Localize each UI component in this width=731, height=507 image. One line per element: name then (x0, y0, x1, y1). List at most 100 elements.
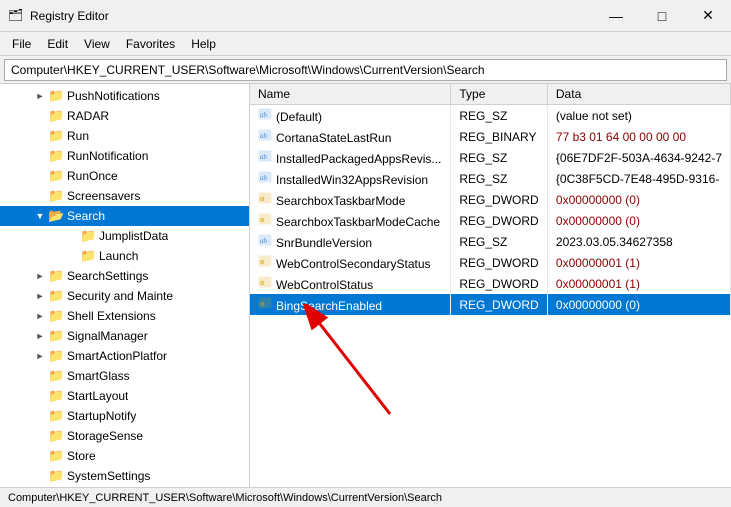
expand-icon-launch[interactable] (64, 248, 80, 264)
table-row-bing[interactable]: ⚙BingSearchEnabledREG_DWORD0x00000000 (0… (250, 294, 731, 315)
table-row-webcontrolsec[interactable]: ⚙WebControlSecondaryStatusREG_DWORD0x000… (250, 252, 731, 273)
cell-type-installed: REG_SZ (451, 147, 548, 168)
cell-data-installedwin32: {0C38F5CD-7E48-495D-9316- (547, 168, 730, 189)
col-type[interactable]: Type (451, 84, 548, 105)
tree-item-searchsettings[interactable]: ►📁SearchSettings (0, 266, 249, 286)
tree-item-runonce[interactable]: 📁RunOnce (0, 166, 249, 186)
table-row-installedwin32[interactable]: abInstalledWin32AppsRevisionREG_SZ{0C38F… (250, 168, 731, 189)
cell-name-cortana: ab CortanaStateLastRun (250, 126, 451, 147)
cell-type-webcontrol: REG_DWORD (451, 273, 548, 294)
reg-icon-bing: ⚙ (258, 296, 272, 310)
tree-label-systemsettings: SystemSettings (67, 469, 150, 483)
menu-edit[interactable]: Edit (39, 35, 76, 53)
table-row-default[interactable]: ab(Default)REG_SZ(value not set) (250, 105, 731, 127)
expand-icon-security[interactable]: ► (32, 288, 48, 304)
table-row-webcontrol[interactable]: ⚙WebControlStatusREG_DWORD0x00000001 (1) (250, 273, 731, 294)
cell-type-cortana: REG_BINARY (451, 126, 548, 147)
right-panel: Name Type Data ab(Default)REG_SZ(value n… (250, 84, 731, 487)
close-button[interactable]: ✕ (685, 0, 731, 32)
tree-item-security[interactable]: ►📁Security and Mainte (0, 286, 249, 306)
expand-icon-push[interactable]: ► (32, 88, 48, 104)
tree-item-signalmgr[interactable]: ►📁SignalManager (0, 326, 249, 346)
expand-icon-startlayout[interactable] (32, 388, 48, 404)
title-bar: 🗂 Registry Editor — □ ✕ (0, 0, 731, 32)
table-row-searchboxcache[interactable]: ⚙SearchboxTaskbarModeCacheREG_DWORD0x000… (250, 210, 731, 231)
expand-icon-radar[interactable] (32, 108, 48, 124)
svg-text:ab: ab (260, 132, 268, 140)
expand-icon-jumplist[interactable] (64, 228, 80, 244)
expand-icon-signalmgr[interactable]: ► (32, 328, 48, 344)
tree-panel: ►📁PushNotifications📁RADAR📁Run📁RunNotific… (0, 84, 250, 487)
table-row-snr[interactable]: abSnrBundleVersionREG_SZ2023.03.05.34627… (250, 231, 731, 252)
tree-item-jumplist[interactable]: 📁JumplistData (0, 226, 249, 246)
tree-item-radar[interactable]: 📁RADAR (0, 106, 249, 126)
tree-item-launch[interactable]: 📁Launch (0, 246, 249, 266)
expand-icon-storagesense[interactable] (32, 428, 48, 444)
tree-item-run[interactable]: 📁Run (0, 126, 249, 146)
tree-item-search[interactable]: ▼📂Search (0, 206, 249, 226)
folder-icon-radar: 📁 (48, 108, 64, 124)
cell-type-installedwin32: REG_SZ (451, 168, 548, 189)
menu-view[interactable]: View (76, 35, 118, 53)
folder-icon-runnotif: 📁 (48, 148, 64, 164)
cell-name-webcontrol: ⚙WebControlStatus (250, 273, 451, 294)
expand-icon-searchsettings[interactable]: ► (32, 268, 48, 284)
reg-name-text-searchbox: SearchboxTaskbarMode (276, 194, 405, 208)
folder-icon-run: 📁 (48, 128, 64, 144)
col-name[interactable]: Name (250, 84, 451, 105)
tree-item-screensavers[interactable]: 📁Screensavers (0, 186, 249, 206)
tree-label-searchsettings: SearchSettings (67, 269, 148, 283)
tree-label-startlayout: StartLayout (67, 389, 128, 403)
expand-icon-runnotif[interactable] (32, 148, 48, 164)
tree-item-shellext[interactable]: ►📁Shell Extensions (0, 306, 249, 326)
expand-icon-shellext[interactable]: ► (32, 308, 48, 324)
menu-favorites[interactable]: Favorites (118, 35, 183, 53)
expand-icon-screensavers[interactable] (32, 188, 48, 204)
maximize-button[interactable]: □ (639, 0, 685, 32)
folder-icon-push: 📁 (48, 88, 64, 104)
expand-icon-startupnotify[interactable] (32, 408, 48, 424)
folder-icon-storagesense: 📁 (48, 428, 64, 444)
expand-icon-search[interactable]: ▼ (32, 208, 48, 224)
tree-item-smartglass[interactable]: 📁SmartGlass (0, 366, 249, 386)
tree-item-runnotif[interactable]: 📁RunNotification (0, 146, 249, 166)
tree-item-taskflow[interactable]: 📁TaskFlow (0, 486, 249, 487)
folder-icon-systemsettings: 📁 (48, 468, 64, 484)
table-row-installed[interactable]: abInstalledPackagedAppsRevis...REG_SZ{06… (250, 147, 731, 168)
address-bar[interactable]: Computer\HKEY_CURRENT_USER\Software\Micr… (4, 59, 727, 81)
expand-icon-smartaction[interactable]: ► (32, 348, 48, 364)
cell-data-searchboxcache: 0x00000000 (0) (547, 210, 730, 231)
table-row-cortana[interactable]: abCortanaStateLastRunREG_BINARY77 b3 01 … (250, 126, 731, 147)
tree-item-systemsettings[interactable]: 📁SystemSettings (0, 466, 249, 486)
reg-name-text-default: (Default) (276, 110, 322, 124)
tree-item-startupnotify[interactable]: 📁StartupNotify (0, 406, 249, 426)
reg-icon-installedwin32: ab (258, 170, 272, 184)
menu-help[interactable]: Help (183, 35, 224, 53)
reg-icon-installed: ab (258, 149, 272, 163)
folder-icon-startlayout: 📁 (48, 388, 64, 404)
menu-file[interactable]: File (4, 35, 39, 53)
registry-table-container[interactable]: Name Type Data ab(Default)REG_SZ(value n… (250, 84, 731, 487)
table-row-searchbox[interactable]: ⚙SearchboxTaskbarModeREG_DWORD0x00000000… (250, 189, 731, 210)
reg-name-text-cortana: CortanaStateLastRun (276, 131, 391, 145)
folder-icon-jumplist: 📁 (80, 228, 96, 244)
expand-icon-systemsettings[interactable] (32, 468, 48, 484)
expand-icon-runonce[interactable] (32, 168, 48, 184)
col-data[interactable]: Data (547, 84, 730, 105)
tree-label-smartglass: SmartGlass (67, 369, 130, 383)
tree-item-smartaction[interactable]: ►📁SmartActionPlatfor (0, 346, 249, 366)
tree-item-store[interactable]: 📁Store (0, 446, 249, 466)
tree-item-startlayout[interactable]: 📁StartLayout (0, 386, 249, 406)
minimize-button[interactable]: — (593, 0, 639, 32)
svg-text:⚙: ⚙ (260, 301, 265, 308)
expand-icon-store[interactable] (32, 448, 48, 464)
expand-icon-smartglass[interactable] (32, 368, 48, 384)
folder-icon-runonce: 📁 (48, 168, 64, 184)
expand-icon-run[interactable] (32, 128, 48, 144)
reg-icon-snr: ab (258, 233, 272, 247)
tree-item-push[interactable]: ►📁PushNotifications (0, 86, 249, 106)
tree-item-storagesense[interactable]: 📁StorageSense (0, 426, 249, 446)
title-bar-left: 🗂 Registry Editor (8, 8, 109, 24)
reg-name-text-bing: BingSearchEnabled (276, 299, 382, 313)
cell-data-default: (value not set) (547, 105, 730, 127)
